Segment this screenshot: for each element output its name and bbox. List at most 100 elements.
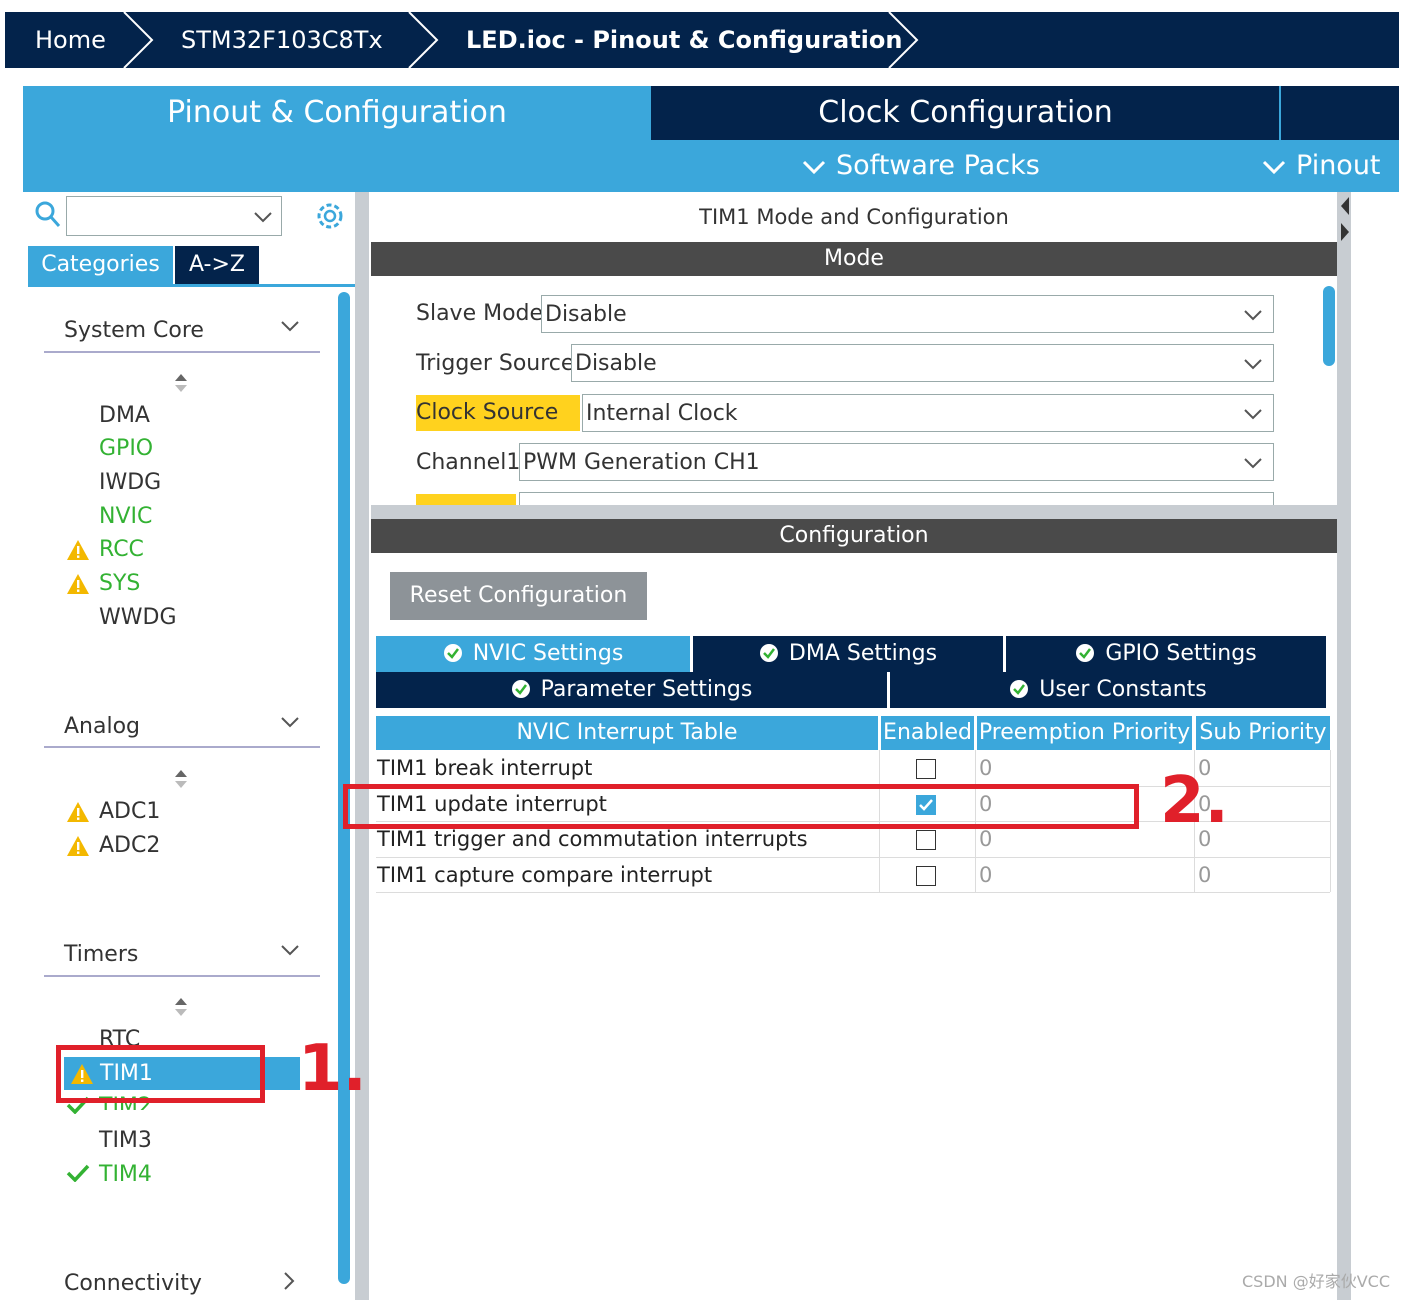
search-input[interactable] — [66, 196, 282, 236]
tab-gpio-label: GPIO Settings — [1105, 641, 1257, 666]
list-item-rcc[interactable]: RCC — [99, 537, 144, 562]
tab-dma-settings[interactable]: DMA Settings — [693, 636, 1003, 672]
search-icon[interactable] — [34, 200, 62, 230]
software-packs-menu[interactable]: Software Packs — [802, 140, 1040, 192]
warning-icon — [67, 540, 89, 560]
chevron-right-icon — [408, 12, 439, 68]
list-item-wwdg[interactable]: WWDG — [99, 605, 177, 630]
collapse-arrows-icon[interactable] — [1339, 195, 1351, 245]
mode-scrollbar[interactable] — [1323, 286, 1335, 366]
list-item-iwdg[interactable]: IWDG — [99, 470, 161, 495]
tab-user-constants-label: User Constants — [1039, 677, 1207, 702]
chevron-down-icon — [1244, 458, 1262, 469]
enabled-checkbox[interactable] — [916, 830, 936, 850]
check-circle-icon — [443, 643, 462, 662]
list-item-dma[interactable]: DMA — [99, 403, 150, 428]
tab-clock-configuration[interactable]: Clock Configuration — [653, 86, 1278, 140]
annotation-highlight-update-interrupt — [343, 784, 1139, 829]
channel1-label: Channel1 — [416, 450, 521, 475]
tab-pinout-configuration[interactable]: Pinout & Configuration — [23, 86, 651, 140]
configuration-section-header: Configuration — [371, 519, 1337, 553]
panel-splitter[interactable] — [355, 192, 369, 1300]
sort-icon[interactable] — [174, 769, 188, 789]
slave-mode-select[interactable]: Disable — [541, 295, 1274, 333]
pinout-label: Pinout — [1296, 150, 1381, 181]
trigger-source-value: Disable — [575, 351, 657, 376]
tab-gpio-settings[interactable]: GPIO Settings — [1006, 636, 1326, 672]
section-splitter[interactable] — [371, 505, 1337, 519]
sub-priority-cell[interactable]: 0 — [1195, 858, 1211, 893]
check-circle-icon — [1076, 643, 1095, 662]
chevron-right-icon — [888, 12, 919, 68]
pinout-menu[interactable]: Pinout — [1262, 140, 1381, 192]
tab-user-constants[interactable]: User Constants — [890, 672, 1326, 708]
chevron-right-icon[interactable] — [282, 1271, 296, 1291]
mode-section-header: Mode — [371, 242, 1337, 276]
enabled-checkbox[interactable] — [916, 866, 936, 886]
annotation-step-2: 2. — [1160, 764, 1229, 838]
table-header-preemption[interactable]: Preemption Priority — [977, 716, 1192, 750]
preemption-cell[interactable]: 0 — [976, 858, 992, 893]
category-analog[interactable]: Analog — [64, 714, 140, 739]
channel1-select[interactable]: PWM Generation CH1 — [519, 443, 1274, 481]
breadcrumb-device[interactable]: STM32F103C8Tx — [181, 12, 383, 68]
chevron-down-icon — [802, 160, 826, 174]
breadcrumb: Home STM32F103C8Tx LED.ioc - Pinout & Co… — [5, 12, 1399, 68]
tab-categories[interactable]: Categories — [28, 246, 173, 284]
list-item-tim4[interactable]: TIM4 — [99, 1162, 152, 1187]
chevron-down-icon — [1244, 359, 1262, 370]
next-field-select-cutoff[interactable] — [519, 492, 1274, 505]
warning-icon — [67, 574, 89, 594]
software-packs-label: Software Packs — [836, 150, 1040, 181]
chevron-down-icon[interactable] — [280, 716, 300, 730]
category-connectivity[interactable]: Connectivity — [64, 1271, 202, 1296]
category-timers[interactable]: Timers — [64, 942, 138, 967]
category-divider — [44, 351, 320, 353]
warning-icon — [67, 802, 89, 822]
check-circle-icon — [759, 643, 778, 662]
table-grid-line — [1330, 750, 1331, 892]
gear-icon[interactable] — [314, 200, 346, 232]
chevron-down-icon[interactable] — [280, 320, 300, 334]
check-circle-icon — [511, 679, 530, 698]
enabled-checkbox[interactable] — [916, 759, 936, 779]
sort-icon[interactable] — [174, 997, 188, 1017]
slave-mode-label: Slave Mode — [416, 301, 544, 326]
trigger-source-select[interactable]: Disable — [571, 344, 1274, 382]
list-item-sys[interactable]: SYS — [99, 571, 140, 596]
next-field-label-cutoff — [416, 494, 516, 505]
tab-a-to-z[interactable]: A->Z — [175, 246, 259, 284]
table-header-name[interactable]: NVIC Interrupt Table — [376, 716, 878, 750]
list-item-adc2[interactable]: ADC2 — [99, 833, 160, 858]
annotation-highlight-tim1 — [56, 1045, 265, 1103]
chevron-down-icon — [254, 212, 272, 223]
preemption-cell[interactable]: 0 — [976, 751, 992, 786]
right-panel-border — [1337, 192, 1351, 1300]
table-header-enabled[interactable]: Enabled — [881, 716, 974, 750]
category-system-core[interactable]: System Core — [64, 318, 204, 343]
category-divider — [44, 975, 320, 977]
chevron-down-icon — [1262, 160, 1286, 174]
sort-icon[interactable] — [174, 373, 188, 393]
sub-menu-bar — [23, 140, 1399, 192]
mode-fields: Slave Mode Disable Trigger Source Disabl… — [371, 276, 1337, 505]
table-row-name: TIM1 capture compare interrupt — [377, 863, 713, 887]
tab-nvic-settings[interactable]: NVIC Settings — [376, 636, 690, 672]
tab-parameter-settings[interactable]: Parameter Settings — [376, 672, 887, 708]
table-header-sub-priority[interactable]: Sub Priority — [1196, 716, 1330, 750]
check-circle-icon — [1010, 679, 1029, 698]
trigger-source-label: Trigger Source — [416, 351, 575, 376]
chevron-right-icon — [123, 12, 154, 68]
list-item-nvic[interactable]: NVIC — [99, 504, 152, 529]
list-item-gpio[interactable]: GPIO — [99, 436, 153, 461]
clock-source-label: Clock Source — [416, 395, 580, 431]
chevron-down-icon[interactable] — [280, 944, 300, 958]
clock-source-select[interactable]: Internal Clock — [582, 394, 1274, 432]
breadcrumb-current[interactable]: LED.ioc - Pinout & Configuration — [466, 12, 902, 68]
list-item-tim3[interactable]: TIM3 — [99, 1128, 152, 1153]
chevron-down-icon — [1244, 409, 1262, 420]
reset-configuration-button[interactable]: Reset Configuration — [390, 572, 647, 620]
breadcrumb-home[interactable]: Home — [35, 12, 106, 68]
tab-parameter-label: Parameter Settings — [540, 677, 753, 702]
list-item-adc1[interactable]: ADC1 — [99, 799, 160, 824]
